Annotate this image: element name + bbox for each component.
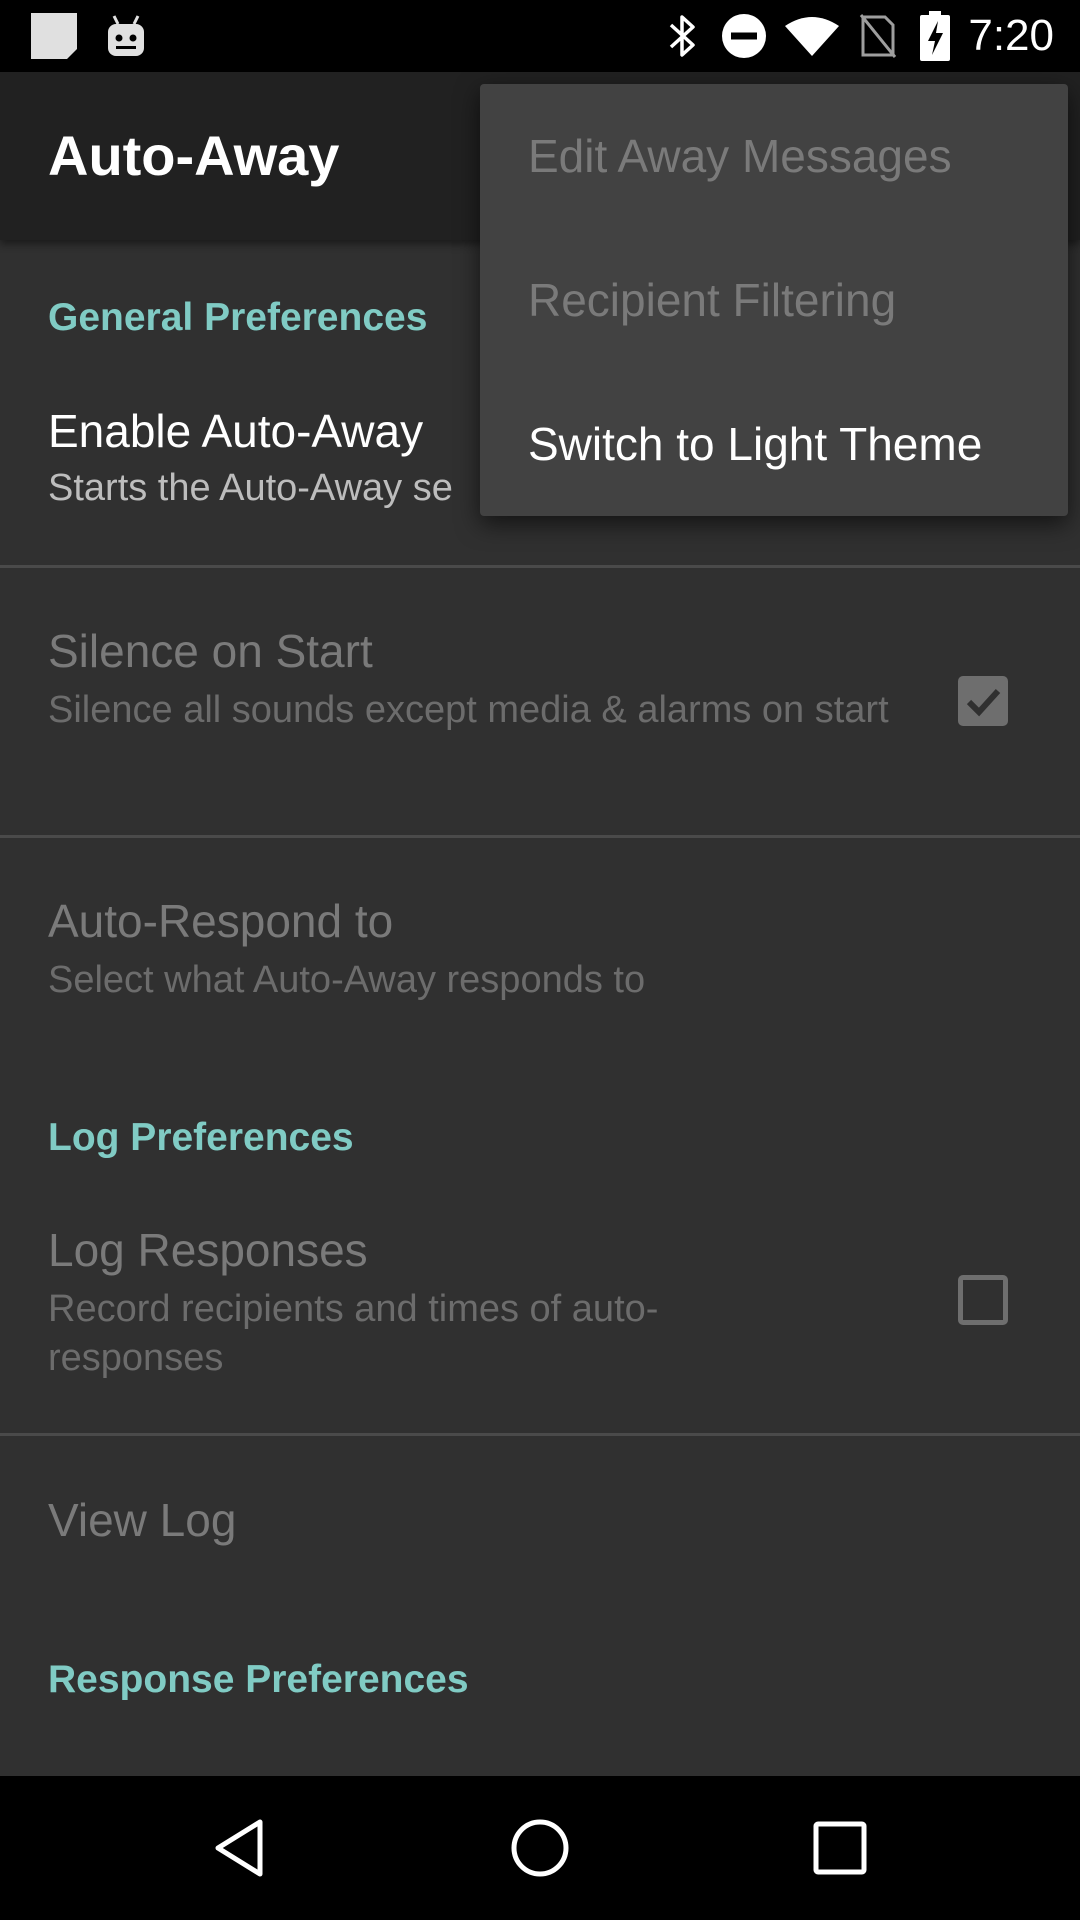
pref-summary: Record recipients and times of auto-resp… [48, 1288, 659, 1379]
check-icon [966, 688, 1001, 717]
overflow-menu: Edit Away Messages Recipient Filtering S… [480, 84, 1068, 516]
screen: 7:20 Auto-Away General Preferences Enabl… [0, 0, 1080, 1920]
battery-charging-icon [918, 0, 952, 72]
menu-item-switch-to-light-theme[interactable]: Switch to Light Theme [480, 372, 1068, 516]
silence-on-start-checkbox[interactable] [958, 676, 1008, 726]
recents-icon[interactable] [768, 1776, 912, 1920]
pref-title: View Log [48, 1494, 237, 1546]
divider [0, 835, 1080, 838]
divider [0, 1433, 1080, 1436]
pref-title: Enable Auto-Away [48, 405, 424, 457]
notification-icon [28, 0, 80, 72]
log-responses-checkbox[interactable] [958, 1275, 1008, 1325]
no-sim-icon [858, 0, 898, 72]
do-not-disturb-icon [720, 0, 768, 72]
pref-summary: Silence all sounds except media & alarms… [48, 689, 889, 731]
status-time: 7:20 [968, 11, 1054, 60]
log-preferences-header: Log Preferences [48, 1116, 354, 1159]
menu-item-edit-away-messages[interactable]: Edit Away Messages [480, 84, 1068, 228]
wifi-icon [784, 0, 840, 72]
pref-title: Silence on Start [48, 625, 373, 677]
pref-title: Log Responses [48, 1224, 368, 1276]
status-bar: 7:20 [0, 0, 1080, 72]
general-preferences-header: General Preferences [48, 296, 428, 339]
pref-summary: Select what Auto-Away responds to [48, 959, 646, 1001]
bluetooth-icon [664, 0, 700, 72]
divider [0, 565, 1080, 568]
home-icon[interactable] [468, 1776, 612, 1920]
menu-item-recipient-filtering[interactable]: Recipient Filtering [480, 228, 1068, 372]
navigation-bar [0, 1776, 1080, 1920]
android-icon [104, 0, 148, 72]
pref-title: Auto-Respond to [48, 895, 394, 947]
response-preferences-header: Response Preferences [48, 1658, 469, 1701]
app-title: Auto-Away [48, 124, 340, 187]
back-icon[interactable] [168, 1776, 312, 1920]
